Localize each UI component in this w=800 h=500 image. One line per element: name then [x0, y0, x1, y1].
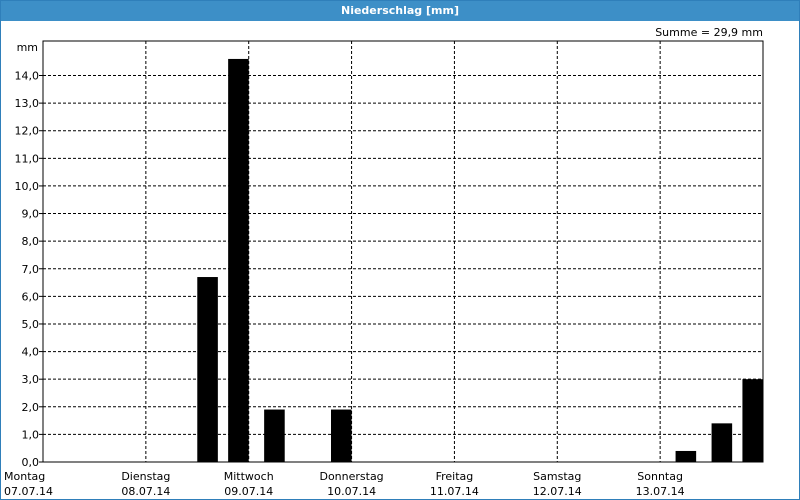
bar: [711, 423, 733, 462]
y-tick-label: 4,0: [22, 346, 40, 359]
x-tick-weekday: Freitag: [436, 470, 474, 483]
y-tick-label: 3,0: [22, 373, 40, 386]
x-tick-date: 10.07.14: [327, 485, 376, 498]
bar: [228, 58, 249, 462]
plot-border: [42, 40, 764, 463]
x-tick-date: 07.07.14: [4, 485, 53, 498]
y-tick-label: 6,0: [22, 290, 40, 303]
y-tick-label: 9,0: [22, 208, 40, 221]
x-tick-date: 09.07.14: [224, 485, 273, 498]
x-tick-weekday: Sonntag: [637, 470, 683, 483]
y-tick-label: 5,0: [22, 318, 40, 331]
x-tick-weekday: Mittwoch: [224, 470, 274, 483]
y-axis-label: mm: [17, 41, 38, 54]
bar: [675, 450, 697, 462]
bar: [264, 409, 285, 462]
y-tick-label: 13,0: [15, 97, 40, 110]
y-tick-label: 2,0: [22, 401, 40, 414]
y-tick-label: 8,0: [22, 235, 40, 248]
y-tick-label: 0,0: [22, 456, 40, 469]
y-tick-label: 12,0: [15, 125, 40, 138]
y-tick-label: 10,0: [15, 180, 40, 193]
x-tick-date: 13.07.14: [636, 485, 685, 498]
x-tick-weekday: Montag: [4, 470, 45, 483]
bar: [742, 379, 763, 462]
x-tick-date: 08.07.14: [121, 485, 170, 498]
bar: [331, 409, 352, 462]
y-tick-label: 14,0: [15, 70, 40, 83]
x-tick-date: 11.07.14: [430, 485, 479, 498]
y-tick-label: 7,0: [22, 263, 40, 276]
y-tick-label: 1,0: [22, 428, 40, 441]
x-tick-weekday: Samstag: [533, 470, 581, 483]
x-tick-weekday: Donnerstag: [319, 470, 383, 483]
x-tick-date: 12.07.14: [533, 485, 582, 498]
summary-total: Summe = 29,9 mm: [655, 26, 763, 39]
y-tick-label: 11,0: [15, 152, 40, 165]
x-tick-weekday: Dienstag: [121, 470, 170, 483]
precipitation-chart: 0,0 1,0 2,0 3,0 4,0 5,0 6,0 7,0 8,0 9,0 10,0 11,0 12…: [4, 26, 764, 498]
bar: [197, 277, 218, 462]
chart-window: Niederschlag [mm] 0,0 1,0 2,0 3,0 4,0 5,0 6,0 7…: [0, 0, 800, 500]
